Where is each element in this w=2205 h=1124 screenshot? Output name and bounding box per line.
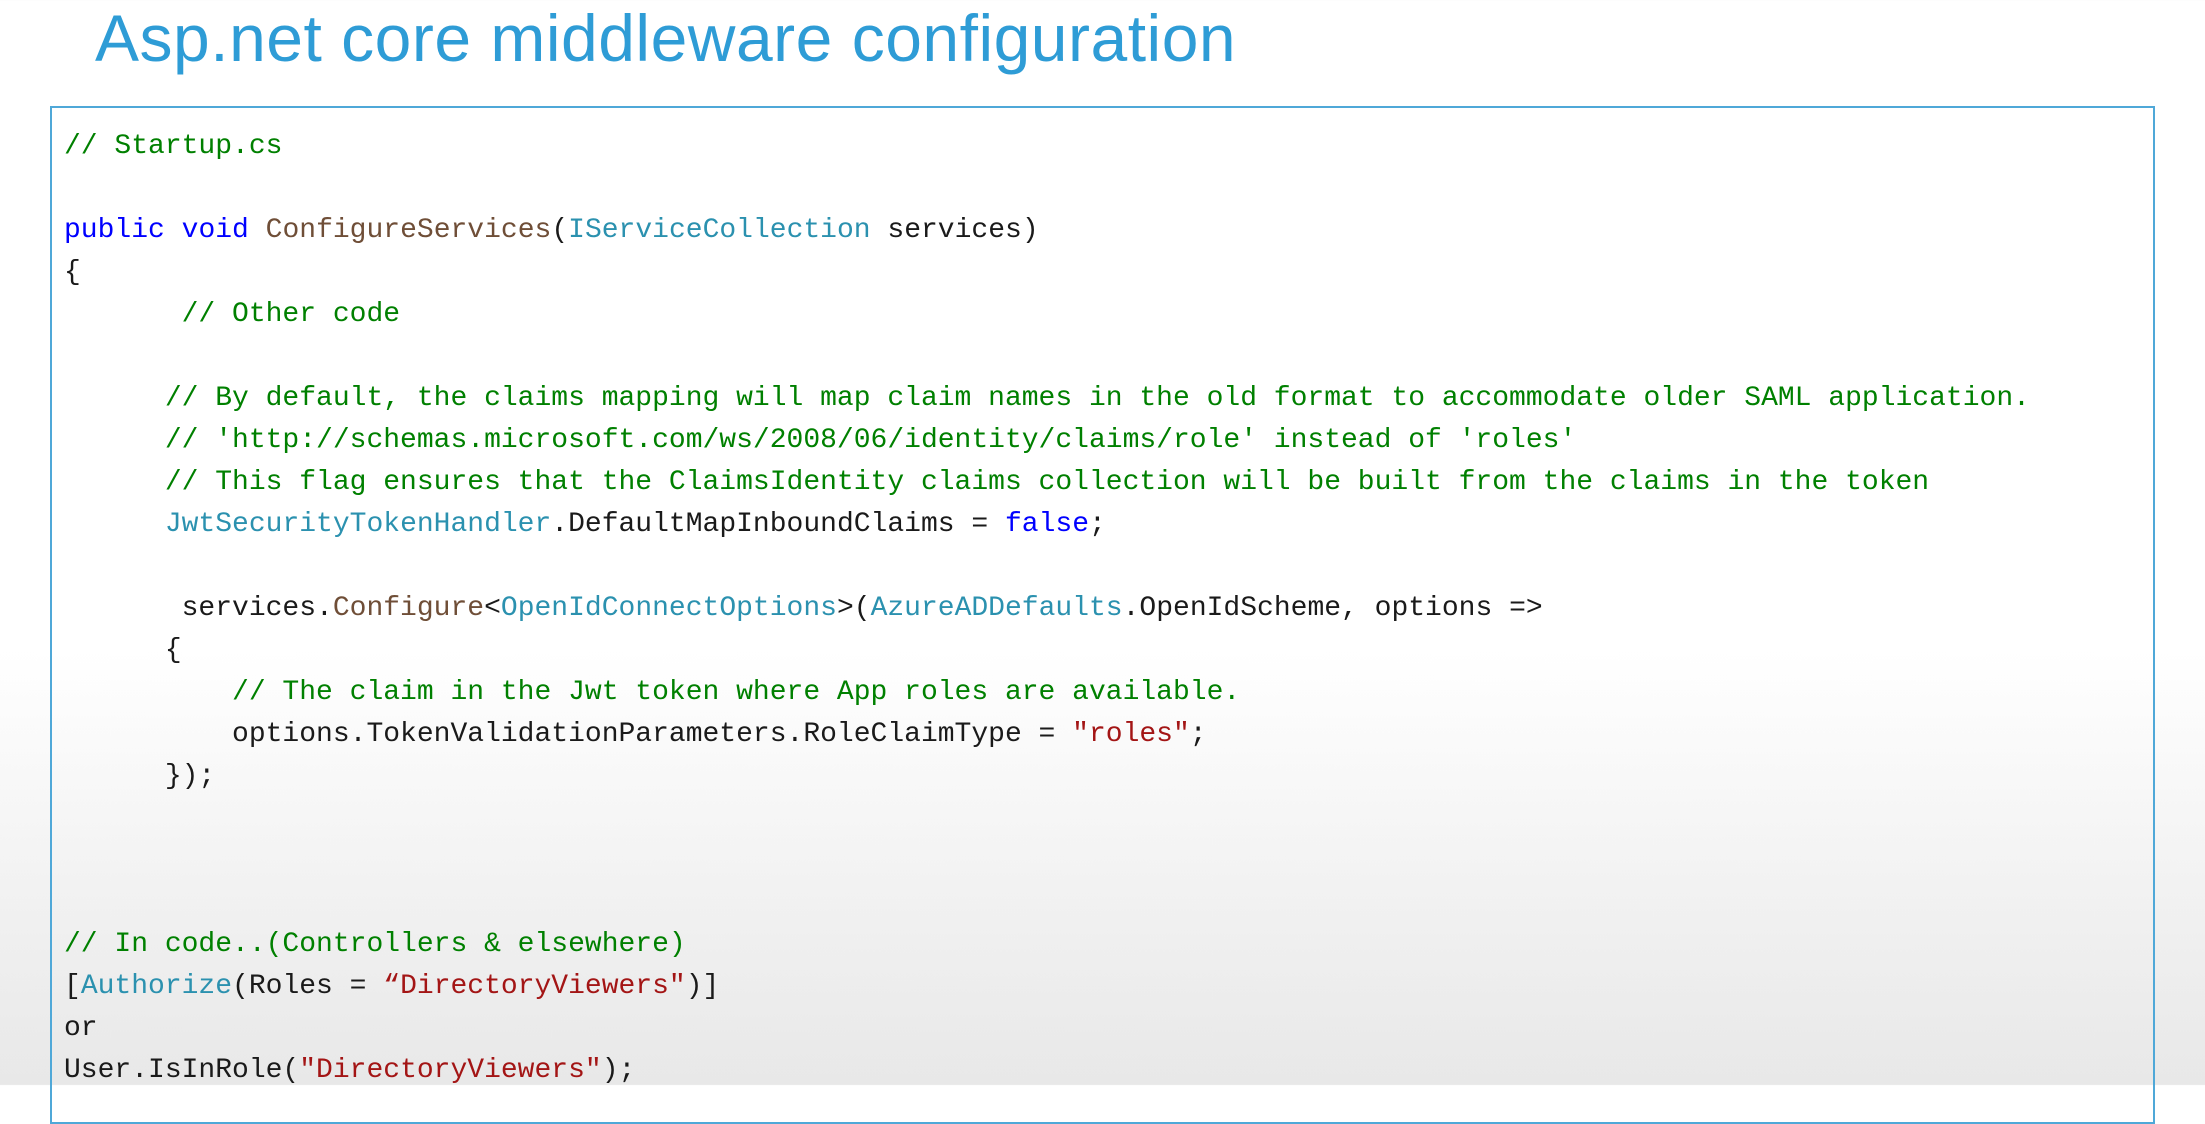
code-text: <: [484, 593, 501, 624]
code-text: .DefaultMapInboundClaims =: [551, 509, 1005, 540]
code-text: [64, 509, 165, 540]
code-string: "roles": [1072, 719, 1190, 750]
slide-title: Asp.net core middleware configuration: [0, 0, 2205, 106]
code-type: AzureADDefaults: [871, 593, 1123, 624]
code-block: // Startup.cs public void ConfigureServi…: [50, 106, 2155, 1124]
code-line-comment: // In code..(Controllers & elsewhere): [64, 929, 686, 960]
code-line-comment: // This flag ensures that the ClaimsIden…: [64, 467, 1929, 498]
code-text: ;: [1089, 509, 1106, 540]
code-text: .OpenIdScheme, options =>: [1123, 593, 1543, 624]
code-brace: {: [64, 257, 81, 288]
code-text: services): [871, 215, 1039, 246]
code-text: (Roles =: [232, 971, 383, 1002]
code-text: )]: [686, 971, 720, 1002]
code-line-comment: // Startup.cs: [64, 131, 282, 162]
code-attribute: Authorize: [81, 971, 232, 1002]
code-text: services.: [64, 593, 333, 624]
code-text: ;: [1190, 719, 1207, 750]
code-text: or: [64, 1013, 98, 1044]
code-line-comment: // 'http://schemas.microsoft.com/ws/2008…: [64, 425, 1576, 456]
code-string: "DirectoryViewers": [299, 1055, 601, 1086]
code-keyword: public: [64, 215, 165, 246]
code-line-comment: // The claim in the Jwt token where App …: [64, 677, 1240, 708]
code-keyword: false: [1005, 509, 1089, 540]
code-line-comment: // Other code: [64, 299, 400, 330]
code-text: (: [551, 215, 568, 246]
code-line-comment: // By default, the claims mapping will m…: [64, 383, 2030, 414]
code-method-name: ConfigureServices: [266, 215, 552, 246]
code-brace: });: [64, 761, 215, 792]
code-text: >(: [837, 593, 871, 624]
code-text: [: [64, 971, 81, 1002]
code-type: JwtSecurityTokenHandler: [165, 509, 551, 540]
code-text: User.IsInRole(: [64, 1055, 299, 1086]
code-type: IServiceCollection: [568, 215, 870, 246]
code-text: options.TokenValidationParameters.RoleCl…: [64, 719, 1072, 750]
code-method-name: Configure: [333, 593, 484, 624]
code-string: “DirectoryViewers": [383, 971, 685, 1002]
code-text: );: [602, 1055, 636, 1086]
code-brace: {: [64, 635, 182, 666]
code-keyword: void: [182, 215, 249, 246]
code-type: OpenIdConnectOptions: [501, 593, 837, 624]
